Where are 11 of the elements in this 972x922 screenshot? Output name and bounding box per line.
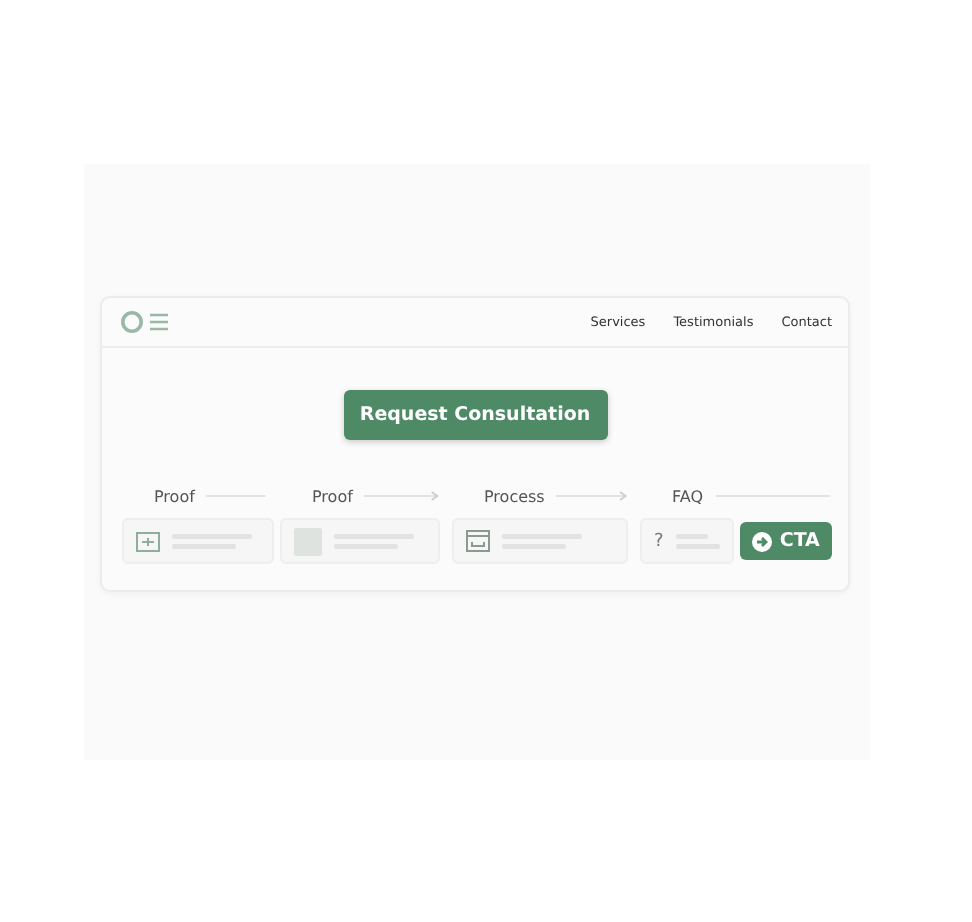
step-label: FAQ <box>672 487 703 505</box>
step-label: Proof <box>154 487 195 505</box>
question-mark: ? <box>654 531 664 551</box>
step-label: Process <box>484 487 545 505</box>
logo-icon <box>120 310 172 334</box>
inbox-icon <box>466 530 490 552</box>
arrow-right-icon <box>751 531 772 551</box>
window-icon <box>136 531 160 551</box>
cta-button[interactable]: CTA <box>739 522 832 560</box>
step-label: Proof <box>312 487 353 505</box>
consultation-button[interactable]: Request Consultation <box>343 390 607 440</box>
